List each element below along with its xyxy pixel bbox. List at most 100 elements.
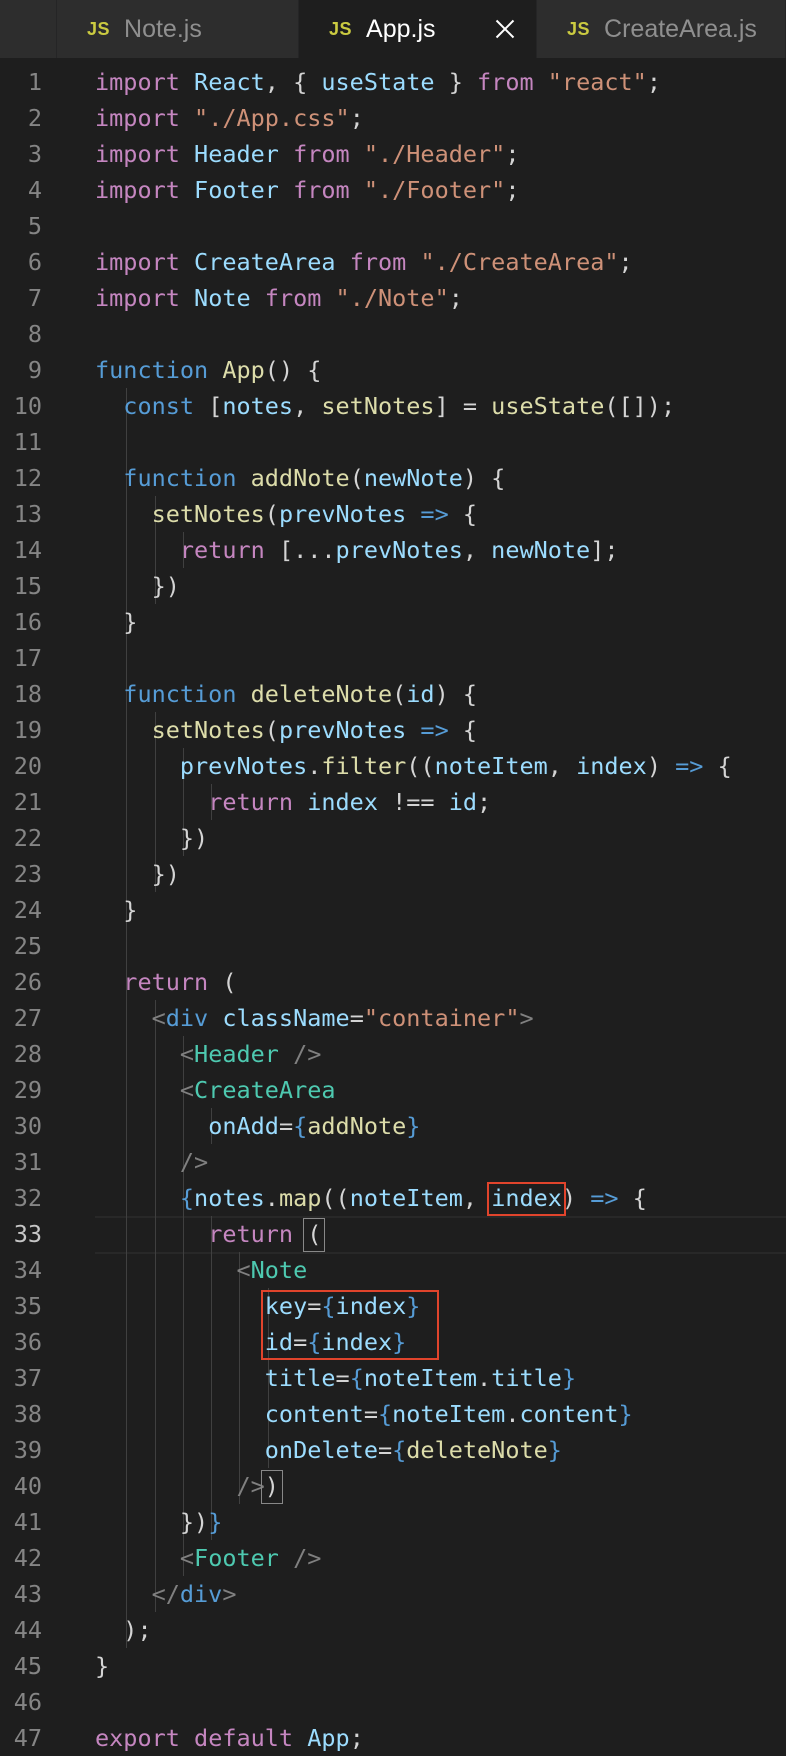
tab-createarea-js[interactable]: JS CreateArea.js <box>537 0 786 58</box>
code-token: = <box>278 1112 294 1140</box>
code-line[interactable]: 8 <box>0 316 786 352</box>
code-line[interactable]: 2 import "./App.css"; <box>0 100 786 136</box>
code-token: map <box>278 1184 322 1212</box>
code-token: . <box>505 1400 520 1428</box>
tab-label: Note.js <box>124 14 202 43</box>
code-line[interactable]: 23 }) <box>0 856 786 892</box>
code-line[interactable]: 34 <Note <box>0 1252 786 1288</box>
code-line[interactable]: 45} <box>0 1648 786 1684</box>
code-line[interactable]: 31 /> <box>0 1144 786 1180</box>
code-token: noteItem <box>363 1364 478 1392</box>
line-number: 35 <box>13 1292 42 1320</box>
code-token: "./Footer" <box>363 176 506 204</box>
code-token: ( <box>222 968 237 996</box>
code-token: setNotes <box>151 716 265 744</box>
code-line[interactable]: 9 function App() { <box>0 352 786 388</box>
code-line[interactable]: 6 import CreateArea from "./CreateArea"; <box>0 244 786 280</box>
code-line[interactable]: 20 prevNotes.filter((noteItem, index) =>… <box>0 748 786 784</box>
line-code: import CreateArea from "./CreateArea"; <box>95 244 633 280</box>
annotation-box-key-id <box>260 1290 439 1360</box>
code-line[interactable]: 27 <div className="container"> <box>0 1000 786 1036</box>
code-line[interactable]: 38 content={noteItem.content} <box>0 1396 786 1432</box>
code-line[interactable]: 7 import Note from "./Note"; <box>0 280 786 316</box>
code-token: "./CreateArea" <box>420 248 619 276</box>
code-token: App <box>307 1724 350 1752</box>
code-editor[interactable]: 1 import React, { useState } from "react"… <box>0 64 786 1752</box>
code-line[interactable]: 41 })} <box>0 1504 786 1540</box>
code-token: prevNotes <box>179 752 308 780</box>
code-line[interactable]: 44 ); <box>0 1612 786 1648</box>
line-number: 34 <box>13 1256 42 1284</box>
code-line[interactable]: 32 {notes.map((noteItem, index) => { <box>0 1180 786 1216</box>
code-line[interactable]: 37 title={noteItem.title} <box>0 1360 786 1396</box>
code-token: onDelete <box>264 1436 378 1464</box>
line-code: return index !== id; <box>95 784 491 820</box>
code-line[interactable]: 12 function addNote(newNote) { <box>0 460 786 496</box>
code-line[interactable]: 24 } <box>0 892 786 928</box>
code-token: = <box>363 1400 378 1428</box>
code-line[interactable]: 11 <box>0 424 786 460</box>
code-token: ([]); <box>604 392 676 420</box>
code-token: ) <box>646 752 676 780</box>
code-token: } <box>95 896 138 924</box>
code-line[interactable]: 40 />) <box>0 1468 786 1504</box>
code-token: { <box>179 1184 195 1212</box>
code-token: from <box>477 68 548 96</box>
code-token: "container" <box>363 1004 520 1032</box>
code-line[interactable]: 1 import React, { useState } from "react"… <box>0 64 786 100</box>
code-token: index <box>307 788 393 816</box>
line-number: 28 <box>13 1040 42 1068</box>
code-line[interactable]: 16 } <box>0 604 786 640</box>
code-token: > <box>519 1004 534 1032</box>
code-token: < <box>236 1256 251 1284</box>
code-token: div <box>179 1580 223 1608</box>
code-token: onAdd <box>208 1112 279 1140</box>
code-line[interactable]: 33 return ( <box>0 1216 786 1252</box>
code-line[interactable]: 21 return index !== id; <box>0 784 786 820</box>
line-number: 39 <box>13 1436 42 1464</box>
tab-app-js[interactable]: JS App.js <box>299 0 537 58</box>
code-line[interactable]: 28 <Header /> <box>0 1036 786 1072</box>
code-token: setNotes <box>151 500 265 528</box>
code-line[interactable]: 5 <box>0 208 786 244</box>
code-line[interactable]: 46 <box>0 1684 786 1720</box>
code-line[interactable]: 22 }) <box>0 820 786 856</box>
code-line[interactable]: 29 <CreateArea <box>0 1072 786 1108</box>
line-code: prevNotes.filter((noteItem, index) => { <box>95 748 732 784</box>
code-line[interactable]: 43 </div> <box>0 1576 786 1612</box>
line-code: import Note from "./Note"; <box>95 280 463 316</box>
code-line[interactable]: 15 }) <box>0 568 786 604</box>
code-token: ] = <box>434 392 492 420</box>
code-line[interactable]: 13 setNotes(prevNotes => { <box>0 496 786 532</box>
line-number: 6 <box>27 248 42 276</box>
tab-note-js[interactable]: JS Note.js <box>57 0 299 58</box>
line-code: <Header /> <box>95 1036 322 1072</box>
code-line[interactable]: 3 import Header from "./Header"; <box>0 136 786 172</box>
code-line[interactable]: 47 export default App; <box>0 1720 786 1756</box>
code-line[interactable]: 10 const [notes, setNotes] = useState([]… <box>0 388 786 424</box>
code-line[interactable]: 25 <box>0 928 786 964</box>
line-code: content={noteItem.content} <box>95 1396 633 1432</box>
code-line[interactable]: 4 import Footer from "./Footer"; <box>0 172 786 208</box>
close-icon[interactable] <box>492 16 518 42</box>
code-line[interactable]: 30 onAdd={addNote} <box>0 1108 786 1144</box>
code-line[interactable]: 26 return ( <box>0 964 786 1000</box>
line-number: 44 <box>13 1616 42 1644</box>
line-code: } <box>95 1648 109 1684</box>
code-line[interactable]: 14 return [...prevNotes, newNote]; <box>0 532 786 568</box>
line-code: export default App; <box>95 1720 364 1756</box>
code-line[interactable]: 17 <box>0 640 786 676</box>
code-token: function <box>123 680 251 708</box>
code-line[interactable]: 42 <Footer /> <box>0 1540 786 1576</box>
code-line[interactable]: 18 function deleteNote(id) { <box>0 676 786 712</box>
code-token: export <box>95 1724 195 1752</box>
code-line[interactable]: 19 setNotes(prevNotes => { <box>0 712 786 748</box>
line-code: onAdd={addNote} <box>95 1108 420 1144</box>
code-line[interactable]: 39 onDelete={deleteNote} <box>0 1432 786 1468</box>
